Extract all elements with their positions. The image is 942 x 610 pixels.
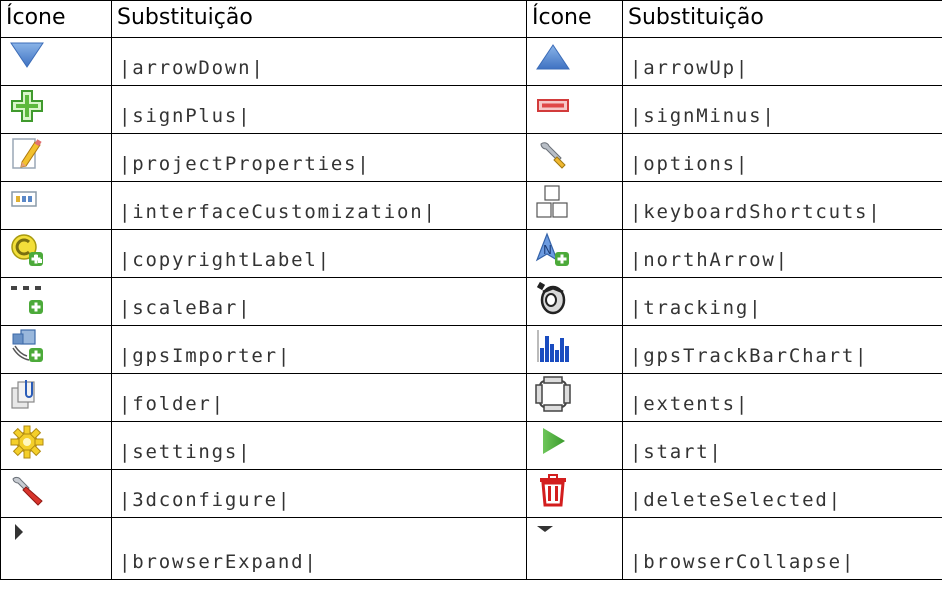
substitution-code: |gpsTrackBarChart|	[622, 325, 942, 374]
substitution-table: Ícone Substituição Ícone Substituição |a…	[0, 0, 942, 580]
substitution-code: |arrowDown|	[111, 37, 527, 86]
substitution-code: |deleteSelected|	[622, 469, 942, 518]
substitution-code: |settings|	[111, 421, 527, 470]
substitution-code: |signPlus|	[111, 85, 527, 134]
table-row: |arrowDown| |arrowUp|	[0, 37, 942, 86]
settings-gear-icon	[9, 424, 45, 460]
options-wrench-icon	[535, 136, 571, 172]
substitution-code: |gpsImporter|	[111, 325, 527, 374]
sign-minus-icon	[535, 88, 571, 124]
browser-collapse-icon	[535, 520, 571, 556]
table-row: |settings| |start|	[0, 421, 942, 470]
delete-trash-icon	[535, 472, 571, 508]
table-row: |3dconfigure| |deleteSelected|	[0, 469, 942, 518]
table-row: |folder| |extents|	[0, 373, 942, 422]
header-icon-right: Ícone	[526, 0, 623, 38]
header-icon-left: Ícone	[0, 0, 112, 38]
north-arrow-icon: N	[535, 232, 571, 268]
header-row: Ícone Substituição Ícone Substituição	[0, 0, 942, 38]
interface-customization-icon	[9, 184, 45, 220]
substitution-code: |interfaceCustomization|	[111, 181, 527, 230]
substitution-code: |tracking|	[622, 277, 942, 326]
substitution-code: |options|	[622, 133, 942, 182]
sign-plus-icon	[9, 88, 45, 124]
project-properties-icon	[9, 136, 45, 172]
substitution-code: |browserExpand|	[111, 517, 527, 580]
keyboard-shortcuts-icon	[535, 184, 571, 220]
substitution-code: |start|	[622, 421, 942, 470]
table-row: |copyrightLabel| N |northArrow|	[0, 229, 942, 278]
scale-bar-icon	[9, 280, 45, 316]
substitution-code: |extents|	[622, 373, 942, 422]
gps-importer-icon	[9, 328, 45, 364]
gps-track-bar-chart-icon	[535, 328, 571, 364]
header-substitution-right: Substituição	[622, 0, 942, 38]
3d-configure-wrench-icon	[9, 472, 45, 508]
substitution-code: |keyboardShortcuts|	[622, 181, 942, 230]
table-row: |gpsImporter| |gpsTrackBarChart|	[0, 325, 942, 374]
header-substitution-left: Substituição	[111, 0, 527, 38]
extents-icon	[535, 376, 571, 412]
arrow-up-icon	[535, 40, 571, 76]
svg-text:N: N	[543, 243, 552, 257]
table-row: |signPlus| |signMinus|	[0, 85, 942, 134]
table-row: |browserExpand| |browserCollapse|	[0, 517, 942, 580]
copyright-label-icon	[9, 232, 45, 268]
substitution-code: |3dconfigure|	[111, 469, 527, 518]
substitution-code: |browserCollapse|	[622, 517, 942, 580]
substitution-code: |projectProperties|	[111, 133, 527, 182]
tracking-icon	[535, 280, 571, 316]
table-row: |interfaceCustomization| |keyboardShortc…	[0, 181, 942, 230]
substitution-code: |northArrow|	[622, 229, 942, 278]
table-row: |scaleBar| |tracking|	[0, 277, 942, 326]
start-play-icon	[535, 424, 571, 460]
substitution-code: |arrowUp|	[622, 37, 942, 86]
substitution-code: |folder|	[111, 373, 527, 422]
substitution-code: |signMinus|	[622, 85, 942, 134]
table-row: |projectProperties| |options|	[0, 133, 942, 182]
substitution-code: |copyrightLabel|	[111, 229, 527, 278]
folder-icon	[9, 376, 45, 412]
arrow-down-icon	[9, 40, 45, 76]
substitution-code: |scaleBar|	[111, 277, 527, 326]
browser-expand-icon	[9, 520, 45, 556]
